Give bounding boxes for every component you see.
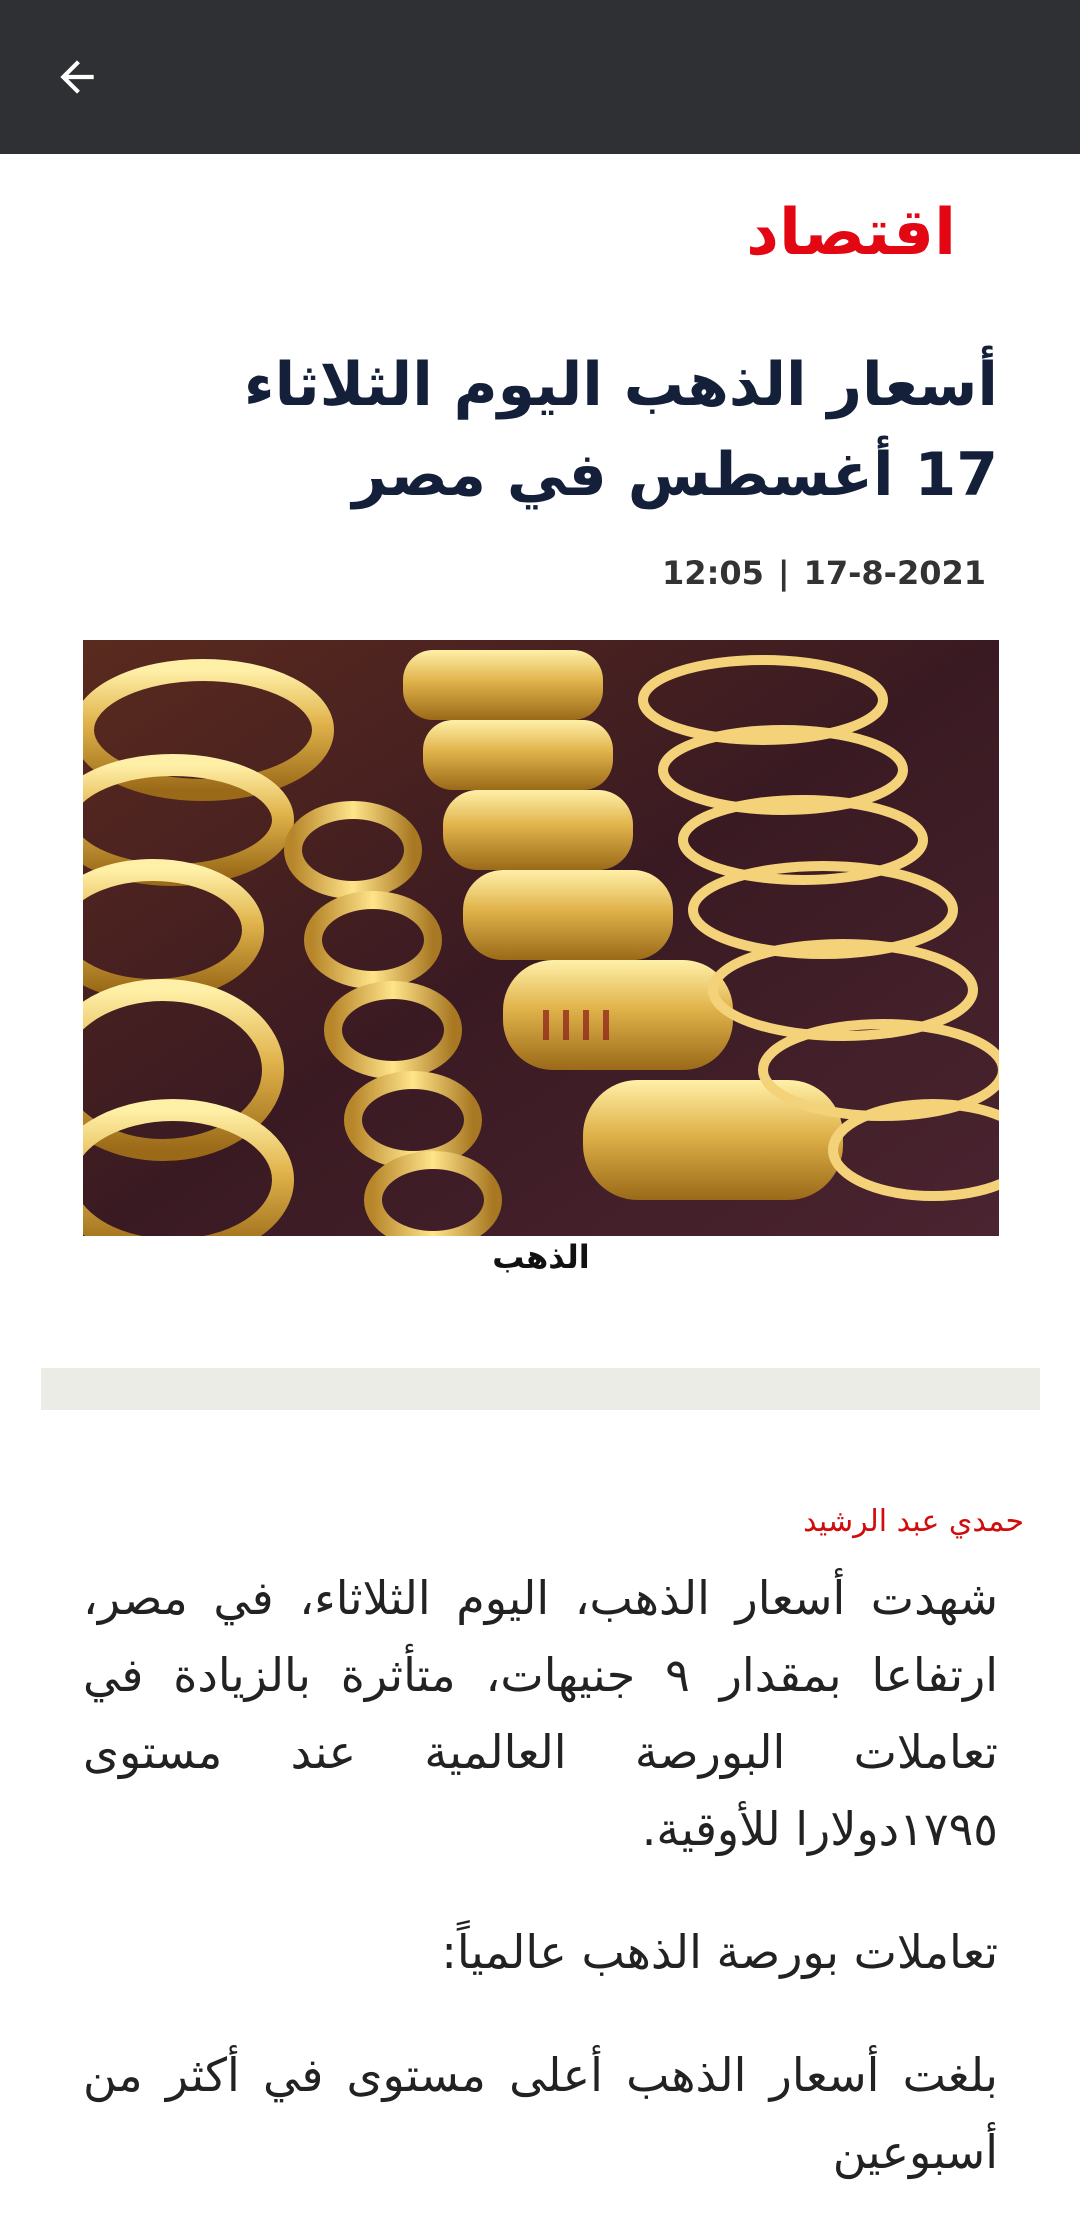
image-caption: الذهب [492,1238,590,1276]
article-hero-image[interactable] [83,640,999,1236]
gold-jewelry-image [83,640,999,1236]
body-subheading: تعاملات بورصة الذهب عالمياً: [441,1925,998,1979]
back-button[interactable] [44,44,110,110]
article-body: شهدت أسعار الذهب، اليوم الثلاثاء، في مصر… [83,1560,998,2237]
author-name[interactable]: حمدي عبد الرشيد [803,1504,1024,1539]
arrow-left-icon [60,60,94,94]
app-bar [0,0,1080,154]
article-headline: أسعار الذهب اليوم الثلاثاء 17 أغسطس في م… [243,350,998,510]
category-label[interactable]: اقتصاد [746,188,956,278]
datetime-separator: | [777,554,790,592]
article-time: 12:05 [662,554,764,592]
article-datetime: 17-8-2021 | 12:05 [662,554,986,592]
article-date: 17-8-2021 [803,554,986,592]
body-paragraph: بلغت أسعار الذهب أعلى مستوى في أكثر من أ… [83,2048,998,2179]
body-paragraph: شهدت أسعار الذهب، اليوم الثلاثاء، في مصر… [83,1571,998,1856]
section-divider [41,1368,1040,1410]
